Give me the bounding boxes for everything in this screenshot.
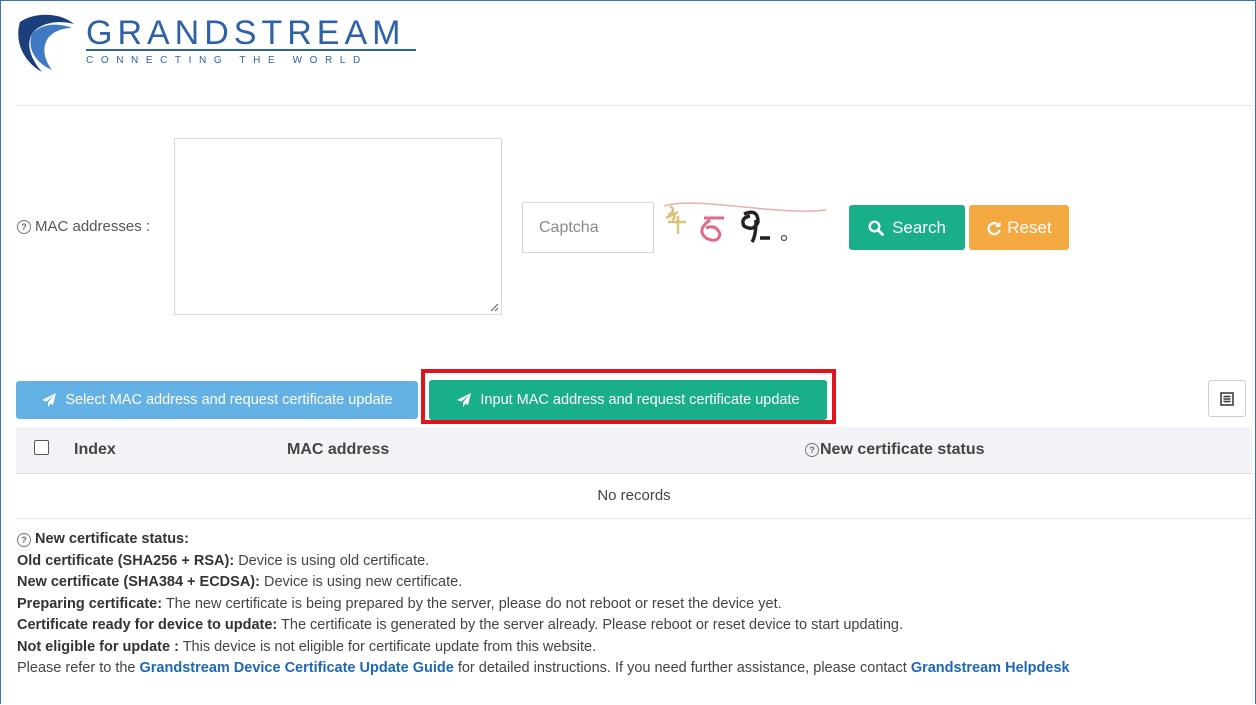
note-item: Old certificate (SHA256 + RSA): Device i…: [17, 551, 1253, 573]
columns-toggle-button[interactable]: [1208, 380, 1246, 417]
column-header-mac-address[interactable]: MAC address: [287, 441, 389, 459]
brand-name: GRANDSTREAM: [86, 14, 406, 52]
paper-plane-icon: [457, 393, 472, 407]
note-desc: The new certificate is being prepared by…: [162, 595, 782, 612]
select-mac-button-label: Select MAC address and request certifica…: [65, 392, 393, 408]
logo-mark-icon: [18, 14, 74, 72]
certificate-status-notes: ? New certificate status: Old certificat…: [17, 529, 1253, 680]
note-desc: Device is using old certificate.: [234, 552, 430, 569]
note-term: New certificate (SHA384 + ECDSA):: [17, 574, 260, 590]
certificate-update-guide-link[interactable]: Grandstream Device Certificate Update Gu…: [140, 660, 454, 676]
captcha-image: [663, 202, 827, 243]
note-item: Not eligible for update : This device is…: [17, 637, 1253, 659]
search-button[interactable]: Search: [849, 205, 965, 250]
search-icon: [868, 219, 884, 236]
input-mac-button-label: Input MAC address and request certificat…: [480, 392, 800, 408]
grandstream-logo: GRANDSTREAM CONNECTING THE WORLD: [16, 12, 416, 76]
note-term: Old certificate (SHA256 + RSA):: [17, 552, 235, 569]
question-circle-icon: ?: [17, 533, 31, 547]
question-circle-icon: ?: [17, 219, 31, 234]
note-term: Preparing certificate:: [17, 595, 163, 612]
mac-addresses-textarea[interactable]: [174, 138, 502, 315]
select-mac-request-update-button[interactable]: Select MAC address and request certifica…: [16, 381, 418, 419]
notes-heading-text: New certificate status:: [35, 531, 189, 547]
column-header-status-text: New certificate status: [820, 441, 985, 458]
footer-prefix-text: Please refer to the: [17, 660, 140, 676]
note-item: Certificate ready for device to update: …: [17, 615, 1253, 637]
input-mac-request-update-button[interactable]: Input MAC address and request certificat…: [429, 380, 827, 420]
reset-button[interactable]: Reset: [969, 205, 1069, 250]
note-desc: Device is using new certificate.: [259, 574, 463, 590]
empty-table-message: No records: [16, 474, 1252, 519]
resize-grip-icon[interactable]: [490, 303, 499, 312]
table-header: Index MAC address ? New certificate statu…: [16, 427, 1252, 474]
select-all-checkbox[interactable]: [34, 440, 49, 455]
reset-button-label: Reset: [1007, 217, 1052, 237]
notes-heading: ? New certificate status:: [17, 529, 1253, 551]
notes-footer: Please refer to the Grandstream Device C…: [17, 658, 1253, 680]
question-circle-icon: ?: [805, 443, 819, 457]
footer-middle-text: for detailed instructions. If you need f…: [453, 660, 911, 676]
list-columns-icon: [1220, 391, 1234, 406]
refresh-icon: [987, 221, 1001, 235]
captcha-input[interactable]: [522, 202, 654, 253]
header-divider: [16, 105, 1252, 106]
helpdesk-link[interactable]: Grandstream Helpdesk: [911, 660, 1070, 676]
mac-addresses-label: ? MAC addresses:: [17, 218, 150, 235]
note-desc: The certificate is generated by the serv…: [277, 617, 903, 633]
mac-label-text: MAC addresses: [35, 218, 142, 235]
note-desc: This device is not eligible for certific…: [178, 638, 597, 655]
note-term: Certificate ready for device to update:: [17, 617, 278, 633]
note-term: Not eligible for update :: [17, 638, 179, 655]
brand-rule: [86, 49, 416, 51]
brand-tagline: CONNECTING THE WORLD: [86, 55, 368, 66]
search-button-label: Search: [892, 217, 946, 237]
mac-label-colon: :: [145, 218, 150, 235]
column-header-index[interactable]: Index: [74, 441, 116, 459]
paper-plane-icon: [42, 393, 57, 407]
note-item: New certificate (SHA384 + ECDSA): Device…: [17, 572, 1253, 594]
column-header-new-certificate-status[interactable]: ? New certificate status: [805, 441, 985, 459]
note-item: Preparing certificate: The new certifica…: [17, 594, 1253, 616]
